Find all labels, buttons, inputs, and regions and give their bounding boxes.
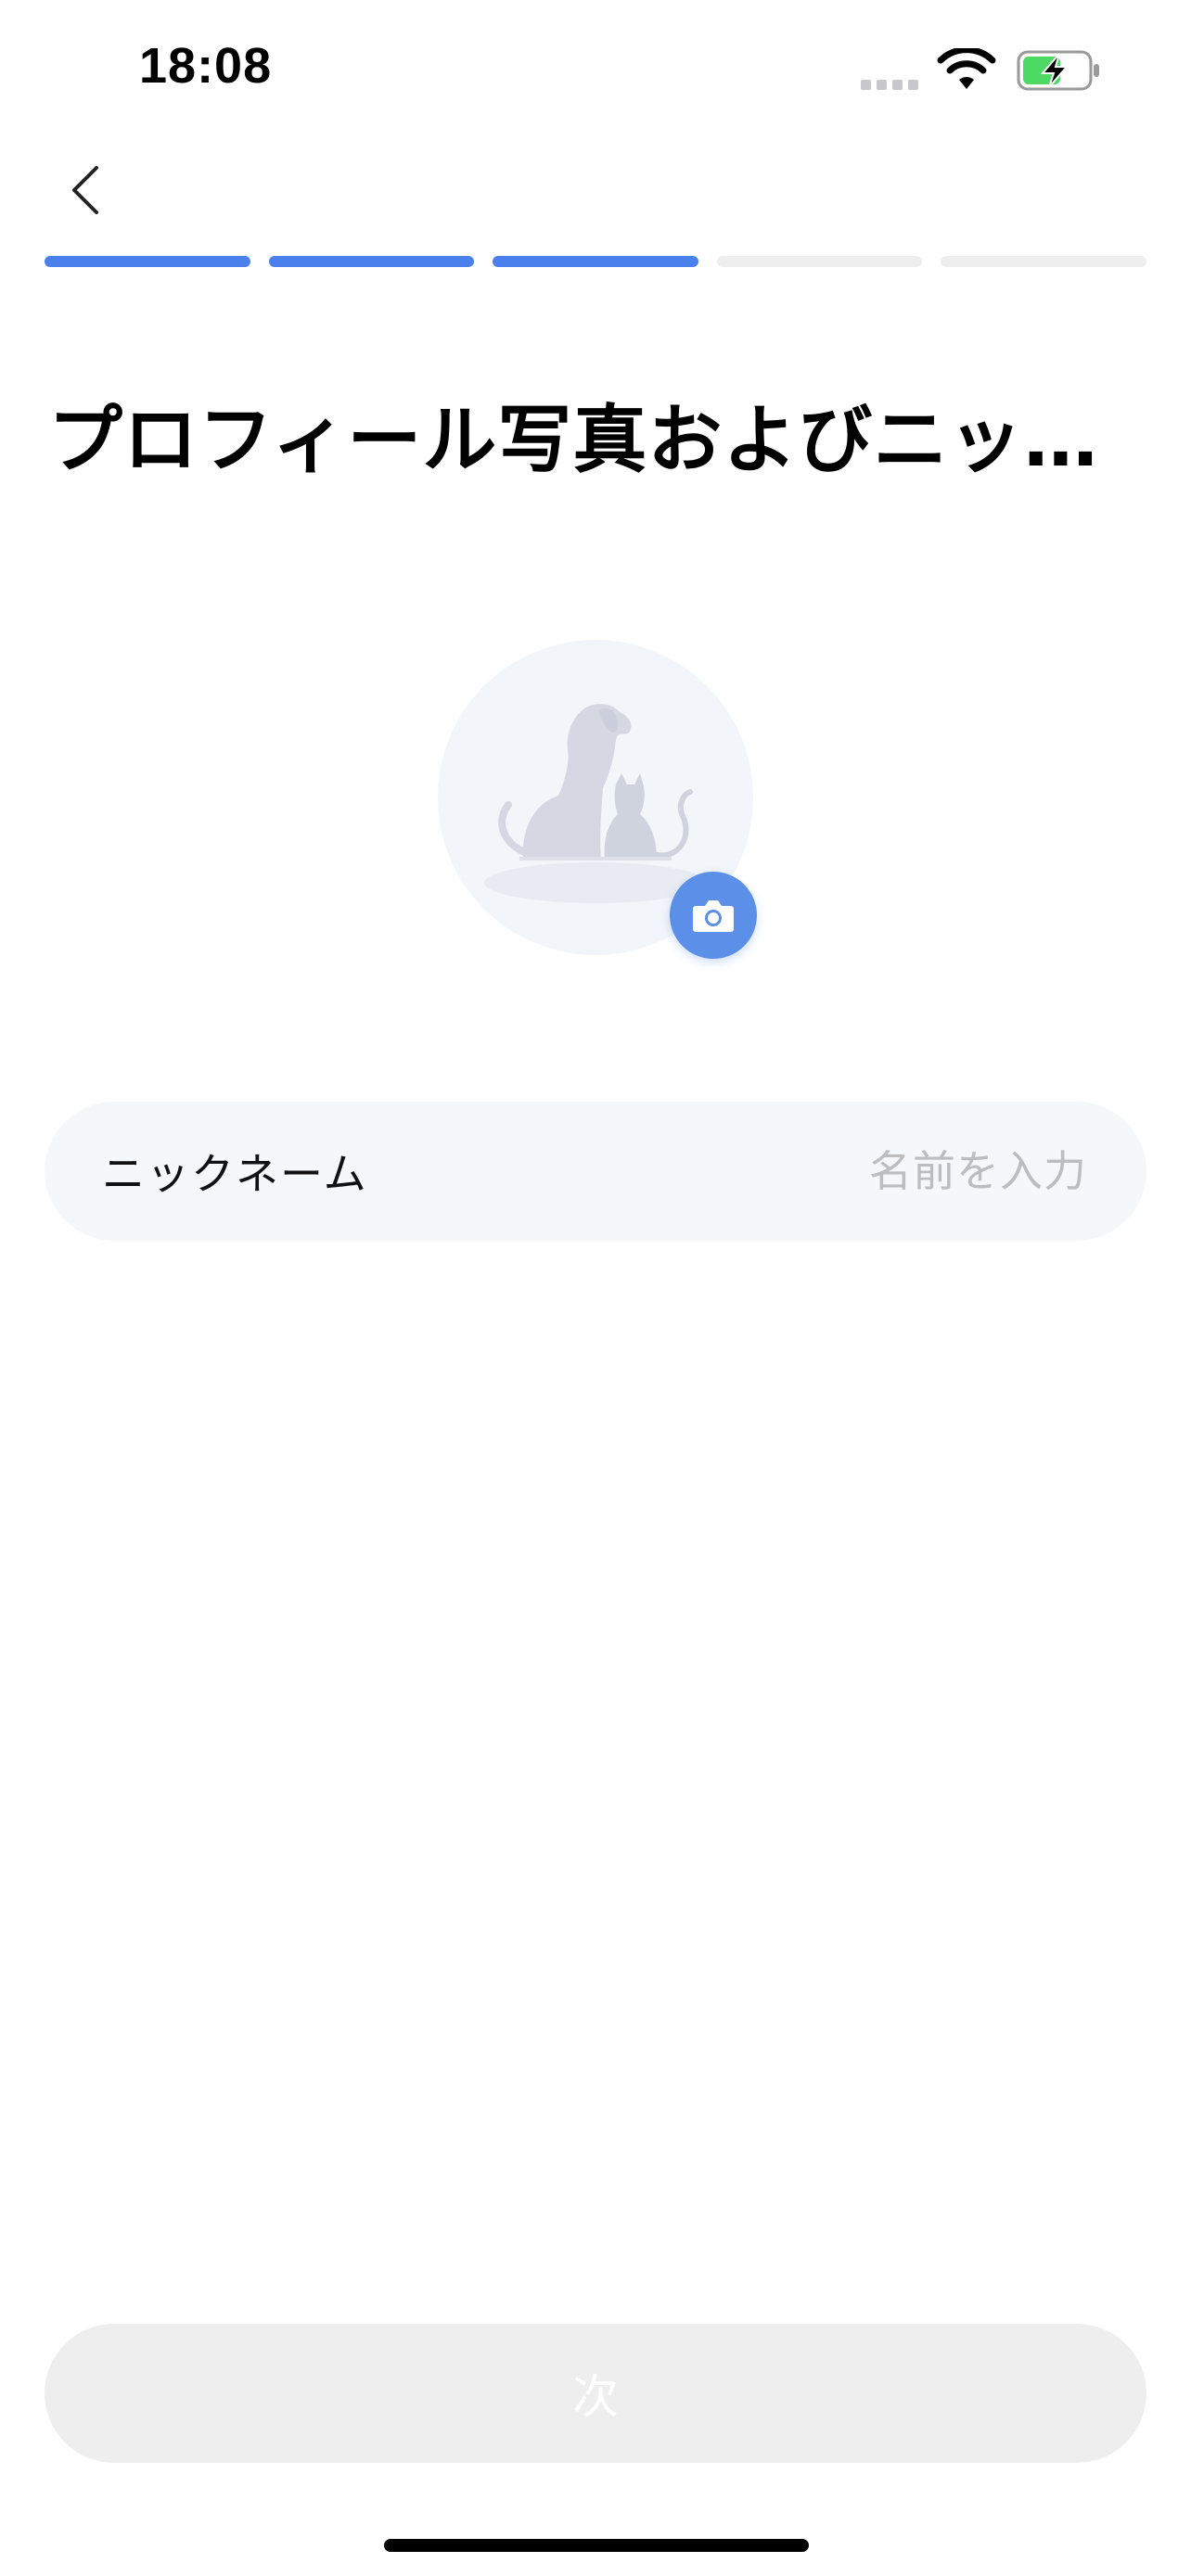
back-button[interactable] [58,158,113,223]
progress-step-5 [941,256,1146,267]
next-button[interactable]: 次 [45,2324,1146,2463]
camera-icon [693,900,734,932]
nickname-label: ニックネーム [102,1149,368,1199]
battery-charging-icon [1017,50,1099,91]
page-title: プロフィール写真およびニックネーム [48,397,1143,483]
progress-step-1 [45,256,250,267]
progress-step-4 [716,256,923,267]
step-progress [45,256,1146,267]
avatar-picker[interactable] [438,640,757,959]
status-bar: 18:08 [0,0,1191,139]
chevron-left-icon [72,166,98,214]
status-time: 18:08 [139,38,273,94]
nickname-row: ニックネーム [45,1102,1146,1241]
progress-step-3 [493,256,698,267]
wifi-icon [937,48,996,89]
camera-badge[interactable] [670,872,757,959]
home-indicator [384,2539,809,2552]
cellular-signal-icon [861,80,918,90]
nickname-input[interactable] [696,1145,1089,1197]
progress-step-2 [268,256,475,267]
